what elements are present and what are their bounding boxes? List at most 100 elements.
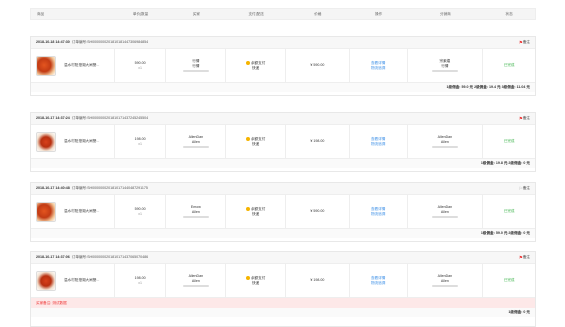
payment-cell: 余额支付 快递 bbox=[226, 195, 287, 228]
order-time: 2018-10-17 14:37:06 bbox=[36, 255, 70, 259]
product-cell[interactable]: 温水村阳澄湖大闸蟹... bbox=[31, 49, 115, 82]
logistics-link[interactable]: 物流追溯 bbox=[371, 212, 385, 217]
distributor-phone-masked bbox=[431, 215, 458, 219]
order-card: 2018-10-18 14:47:30 订单编号:SH0000000201810… bbox=[30, 36, 536, 96]
remark-button[interactable]: ⚐ 备注 bbox=[519, 186, 530, 192]
order-amount: ¥ 198.00 bbox=[310, 139, 325, 143]
ship-method: 快递 bbox=[252, 141, 260, 146]
pay-method: 余额支付 bbox=[250, 136, 266, 141]
status-cell: 已完成 bbox=[483, 195, 535, 228]
table-row: 温水村阳澄湖大闸蟹... 590.00 x1 Emow Allen 余额支付 快… bbox=[31, 195, 535, 229]
price-qty-cell: 590.00 x1 bbox=[115, 195, 167, 228]
price-qty-cell: 198.00 x1 bbox=[115, 264, 167, 297]
order-header: 2018-10-18 14:47:30 订单编号:SH0000000201810… bbox=[31, 37, 535, 49]
coin-icon bbox=[245, 60, 250, 65]
buyer-nick: 行情 bbox=[192, 63, 200, 68]
buyer-phone-masked bbox=[182, 284, 209, 288]
order-header: 2018-10-17 14:37:06 订单编号:SH0000000201810… bbox=[31, 252, 535, 264]
product-name[interactable]: 温水村阳澄湖大闸蟹... bbox=[64, 63, 99, 68]
distributor-nick: Allen bbox=[440, 278, 449, 283]
status-cell: 已完成 bbox=[483, 125, 535, 158]
order-amount: ¥ 198.00 bbox=[310, 278, 325, 282]
order-no-label: 订单编号: bbox=[71, 116, 88, 120]
order-list: 商品 单价|数量 买家 支付|配送 价格 操作 分销商 状态 2018-10-1… bbox=[30, 8, 536, 327]
status-cell: 已完成 bbox=[483, 264, 535, 297]
buyer-cell: 行情 行情 bbox=[166, 49, 227, 82]
amount-cell: ¥ 198.00 bbox=[286, 264, 350, 297]
amount-cell: ¥ 198.00 bbox=[286, 125, 350, 158]
order-card: 2018-10-17 14:37:24 订单编号:SH0000000201810… bbox=[30, 112, 536, 172]
product-thumbnail bbox=[36, 55, 56, 76]
order-header: 2018-10-17 14:40:48 订单编号:SH0000000201810… bbox=[31, 183, 535, 195]
remark-button[interactable]: ⚑ 备注 bbox=[519, 116, 530, 122]
col-status: 状态 bbox=[505, 11, 513, 16]
distributor-phone-masked bbox=[431, 69, 458, 73]
col-buyer: 买家 bbox=[192, 11, 200, 16]
order-time: 2018-10-17 14:37:24 bbox=[36, 116, 70, 120]
product-name[interactable]: 温水村阳澄湖大闸蟹... bbox=[64, 278, 99, 283]
actions-cell: 查看详情 物流追溯 bbox=[350, 125, 408, 158]
ship-method: 快递 bbox=[252, 65, 260, 70]
order-amount: ¥ 590.00 bbox=[310, 63, 325, 67]
buyer-nick: Allen bbox=[191, 278, 200, 283]
buyer-cell: Emow Allen bbox=[166, 195, 227, 228]
distributor-nick: 行情 bbox=[441, 63, 449, 68]
product-thumbnail bbox=[36, 270, 56, 291]
logistics-link[interactable]: 物流追溯 bbox=[371, 66, 385, 71]
order-no-label: 订单编号: bbox=[71, 40, 88, 44]
distributor-phone-masked bbox=[431, 284, 458, 288]
product-thumbnail bbox=[36, 201, 56, 222]
pay-method: 余额支付 bbox=[250, 206, 266, 211]
coin-icon bbox=[245, 136, 250, 141]
status-cell: 已完成 bbox=[483, 49, 535, 82]
order-number: SH0000000201810171440487291175 bbox=[87, 186, 148, 190]
distributor-cell: AllenDan Allen bbox=[408, 125, 484, 158]
actions-cell: 查看详情 物流追溯 bbox=[350, 195, 408, 228]
col-price: 价格 bbox=[314, 11, 322, 16]
product-name[interactable]: 温水村阳澄湖大闸蟹... bbox=[64, 209, 99, 214]
order-header: 2018-10-17 14:37:24 订单编号:SH0000000201810… bbox=[31, 113, 535, 125]
logistics-link[interactable]: 物流追溯 bbox=[371, 281, 385, 286]
order-number: SH0000000201810181447306984854 bbox=[87, 40, 149, 44]
product-cell[interactable]: 温水村阳澄湖大闸蟹... bbox=[31, 195, 115, 228]
pay-method: 余额支付 bbox=[250, 275, 266, 280]
col-actions: 操作 bbox=[375, 11, 383, 16]
order-time: 2018-10-17 14:40:48 bbox=[36, 186, 70, 190]
actions-cell: 查看详情 物流追溯 bbox=[350, 49, 408, 82]
table-row: 温水村阳澄湖大闸蟹... 198.00 x1 AllenDan Allen 余额… bbox=[31, 264, 535, 298]
table-header: 商品 单价|数量 买家 支付|配送 价格 操作 分销商 状态 bbox=[30, 8, 536, 20]
status-badge: 已完成 bbox=[503, 63, 515, 67]
logistics-link[interactable]: 物流追溯 bbox=[371, 142, 385, 147]
product-cell[interactable]: 温水村阳澄湖大闸蟹... bbox=[31, 125, 115, 158]
price-qty-cell: 590.00 x1 bbox=[115, 49, 167, 82]
ship-method: 快递 bbox=[252, 211, 260, 216]
buyer-phone-masked bbox=[182, 69, 209, 73]
remark-button[interactable]: ⚑ 备注 bbox=[519, 40, 530, 46]
table-row: 温水村阳澄湖大闸蟹... 198.00 x1 AllenDan Allen 余额… bbox=[31, 125, 535, 159]
buyer-nick: Allen bbox=[191, 209, 200, 214]
status-badge: 已完成 bbox=[503, 278, 515, 282]
product-thumbnail bbox=[36, 131, 56, 152]
status-badge: 已完成 bbox=[503, 209, 515, 213]
amount-cell: ¥ 590.00 bbox=[286, 49, 350, 82]
quantity: x1 bbox=[138, 280, 142, 285]
product-cell[interactable]: 温水村阳澄湖大闸蟹... bbox=[31, 264, 115, 297]
payment-cell: 余额支付 快递 bbox=[226, 125, 287, 158]
buyer-cell: AllenDan Allen bbox=[166, 125, 227, 158]
order-number: SH0000000201810171437065070486 bbox=[87, 255, 149, 259]
distributor-nick: Allen bbox=[440, 209, 449, 214]
table-row: 温水村阳澄湖大闸蟹... 590.00 x1 行情 行情 余额支付 快递 ¥ 5… bbox=[31, 49, 535, 83]
commission-summary: 1级佣金: 19.8 元 2级佣金: 0 元 bbox=[31, 159, 535, 168]
commission-summary: 1级佣金: 0 元 bbox=[31, 308, 535, 317]
product-name[interactable]: 温水村阳澄湖大闸蟹... bbox=[64, 139, 99, 144]
buyer-nick: Allen bbox=[191, 139, 200, 144]
remark-button[interactable]: ⚑ 备注 bbox=[519, 255, 530, 261]
buyer-phone-masked bbox=[182, 215, 209, 219]
buyer-phone-masked bbox=[182, 145, 209, 149]
quantity: x1 bbox=[138, 141, 142, 146]
status-badge: 已完成 bbox=[503, 139, 515, 143]
payment-cell: 余额支付 快递 bbox=[226, 264, 287, 297]
payment-cell: 余额支付 快递 bbox=[226, 49, 287, 82]
distributor-cell: AllenDan Allen bbox=[408, 264, 484, 297]
actions-cell: 查看详情 物流追溯 bbox=[350, 264, 408, 297]
